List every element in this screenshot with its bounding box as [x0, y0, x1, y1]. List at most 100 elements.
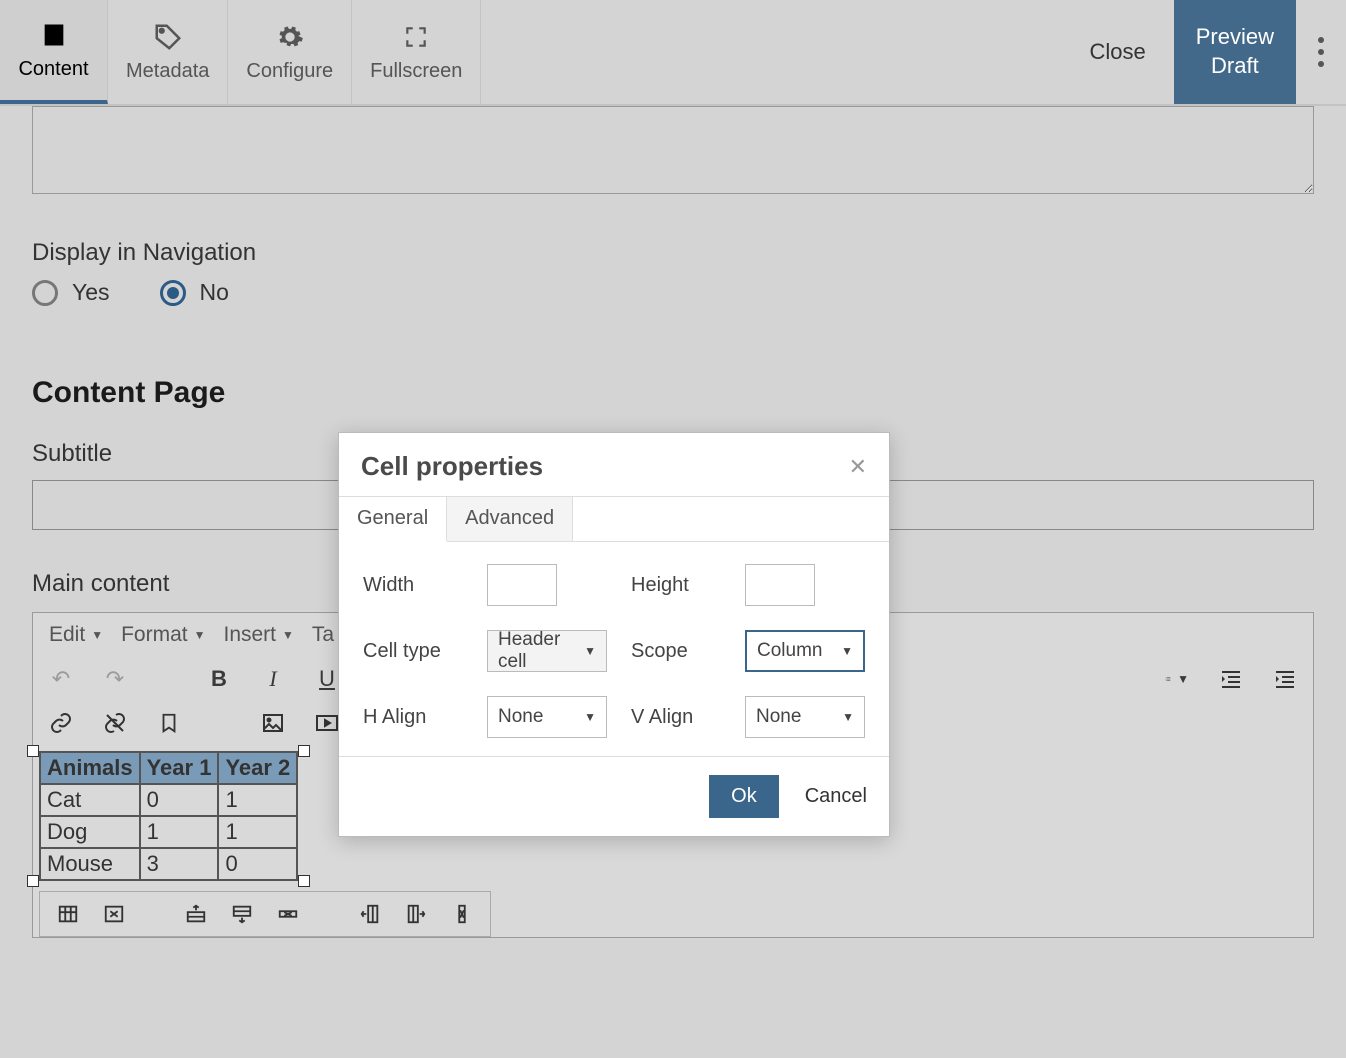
tab-label: Content [18, 58, 88, 81]
link-button[interactable] [49, 711, 73, 735]
table-cell[interactable]: Dog [40, 816, 140, 848]
table-cell[interactable]: Mouse [40, 848, 140, 880]
gear-icon [275, 22, 305, 52]
toolbar-spacer [481, 0, 1061, 104]
top-toolbar: Content Metadata Configure Fullscreen Cl… [0, 0, 1346, 106]
tab-label: Configure [246, 60, 333, 83]
image-button[interactable] [261, 711, 285, 735]
selection-handle-icon[interactable] [27, 875, 39, 887]
undo-icon: ↶ [49, 667, 73, 691]
close-icon: ✕ [849, 454, 867, 479]
v-align-label: V Align [631, 706, 731, 729]
insert-col-right-icon[interactable] [404, 902, 428, 926]
modal-close-button[interactable]: ✕ [849, 454, 867, 480]
underline-button[interactable]: U [315, 667, 339, 691]
numbered-list-button[interactable]: ▼ [1165, 667, 1189, 691]
video-button[interactable] [315, 711, 339, 735]
radio-yes[interactable]: Yes [32, 279, 110, 306]
selection-handle-icon[interactable] [27, 745, 39, 757]
chevron-down-icon: ▼ [842, 710, 854, 724]
width-input[interactable] [487, 564, 557, 606]
display-in-nav-label: Display in Navigation [32, 239, 1314, 267]
radio-icon [160, 280, 186, 306]
radio-no[interactable]: No [160, 279, 229, 306]
content-icon [39, 20, 69, 50]
tab-label: Metadata [126, 60, 209, 83]
content-page-heading: Content Page [32, 376, 1314, 410]
cancel-button[interactable]: Cancel [805, 785, 867, 808]
chevron-down-icon: ▼ [841, 644, 853, 658]
fullscreen-icon [401, 22, 431, 52]
table-cell[interactable]: 0 [140, 784, 219, 816]
tab-label: Fullscreen [370, 60, 462, 83]
height-label: Height [631, 574, 731, 597]
menu-table-partial[interactable]: Ta [312, 623, 334, 647]
cell-type-label: Cell type [363, 640, 473, 663]
menu-edit[interactable]: Edit▼ [49, 623, 103, 647]
more-menu-button[interactable] [1296, 0, 1346, 104]
modal-title: Cell properties [361, 451, 543, 482]
unlink-button[interactable] [103, 711, 127, 735]
indent-button[interactable] [1273, 667, 1297, 691]
table-context-toolbar [39, 891, 491, 937]
delete-table-icon[interactable] [102, 902, 126, 926]
cell-type-select[interactable]: Header cell▼ [487, 630, 607, 672]
v-align-select[interactable]: None▼ [745, 696, 865, 738]
table-cell[interactable]: 1 [218, 816, 297, 848]
table-header-cell[interactable]: Animals [40, 752, 140, 784]
insert-col-left-icon[interactable] [358, 902, 382, 926]
outdent-button[interactable] [1219, 667, 1243, 691]
bold-button[interactable]: B [207, 667, 231, 691]
display-in-nav-radio-group: Yes No [32, 279, 1314, 306]
content-table[interactable]: Animals Year 1 Year 2 Cat 0 1 Dog 1 1 [39, 751, 298, 881]
scope-select[interactable]: Column▼ [745, 630, 865, 672]
insert-row-below-icon[interactable] [230, 902, 254, 926]
italic-button[interactable]: I [261, 667, 285, 691]
table-properties-icon[interactable] [56, 902, 80, 926]
radio-label: No [200, 279, 229, 306]
tab-metadata[interactable]: Metadata [108, 0, 228, 104]
tab-content[interactable]: Content [0, 0, 108, 104]
table-header-row: Animals Year 1 Year 2 [40, 752, 297, 784]
ok-button[interactable]: Ok [709, 775, 779, 818]
table-row: Mouse 3 0 [40, 848, 297, 880]
preview-draft-button[interactable]: Preview Draft [1174, 0, 1296, 104]
kebab-dot-icon [1318, 49, 1324, 55]
kebab-dot-icon [1318, 37, 1324, 43]
chevron-down-icon: ▼ [584, 710, 596, 724]
scope-label: Scope [631, 640, 731, 663]
bookmark-button[interactable] [157, 711, 181, 735]
kebab-dot-icon [1318, 61, 1324, 67]
table-cell[interactable]: 3 [140, 848, 219, 880]
table-header-cell[interactable]: Year 2 [218, 752, 297, 784]
width-label: Width [363, 574, 473, 597]
selection-handle-icon[interactable] [298, 745, 310, 757]
chevron-down-icon: ▼ [584, 644, 596, 658]
radio-label: Yes [72, 279, 110, 306]
height-input[interactable] [745, 564, 815, 606]
menu-insert[interactable]: Insert▼ [223, 623, 293, 647]
description-textarea[interactable] [32, 106, 1314, 194]
tab-configure[interactable]: Configure [228, 0, 352, 104]
table-cell[interactable]: 0 [218, 848, 297, 880]
table-cell[interactable]: 1 [140, 816, 219, 848]
h-align-label: H Align [363, 706, 473, 729]
cell-properties-modal: Cell properties ✕ General Advanced Width… [338, 432, 890, 837]
table-cell[interactable]: Cat [40, 784, 140, 816]
table-header-cell[interactable]: Year 1 [140, 752, 219, 784]
table-row: Cat 0 1 [40, 784, 297, 816]
tag-icon [153, 22, 183, 52]
selection-handle-icon[interactable] [298, 875, 310, 887]
modal-tab-advanced[interactable]: Advanced [447, 497, 573, 541]
insert-row-above-icon[interactable] [184, 902, 208, 926]
h-align-select[interactable]: None▼ [487, 696, 607, 738]
delete-col-icon[interactable] [450, 902, 474, 926]
delete-row-icon[interactable] [276, 902, 300, 926]
table-row: Dog 1 1 [40, 816, 297, 848]
tab-fullscreen[interactable]: Fullscreen [352, 0, 481, 104]
menu-format[interactable]: Format▼ [121, 623, 205, 647]
close-button[interactable]: Close [1062, 0, 1174, 104]
modal-tab-general[interactable]: General [339, 497, 447, 542]
redo-icon: ↷ [103, 667, 127, 691]
table-cell[interactable]: 1 [218, 784, 297, 816]
